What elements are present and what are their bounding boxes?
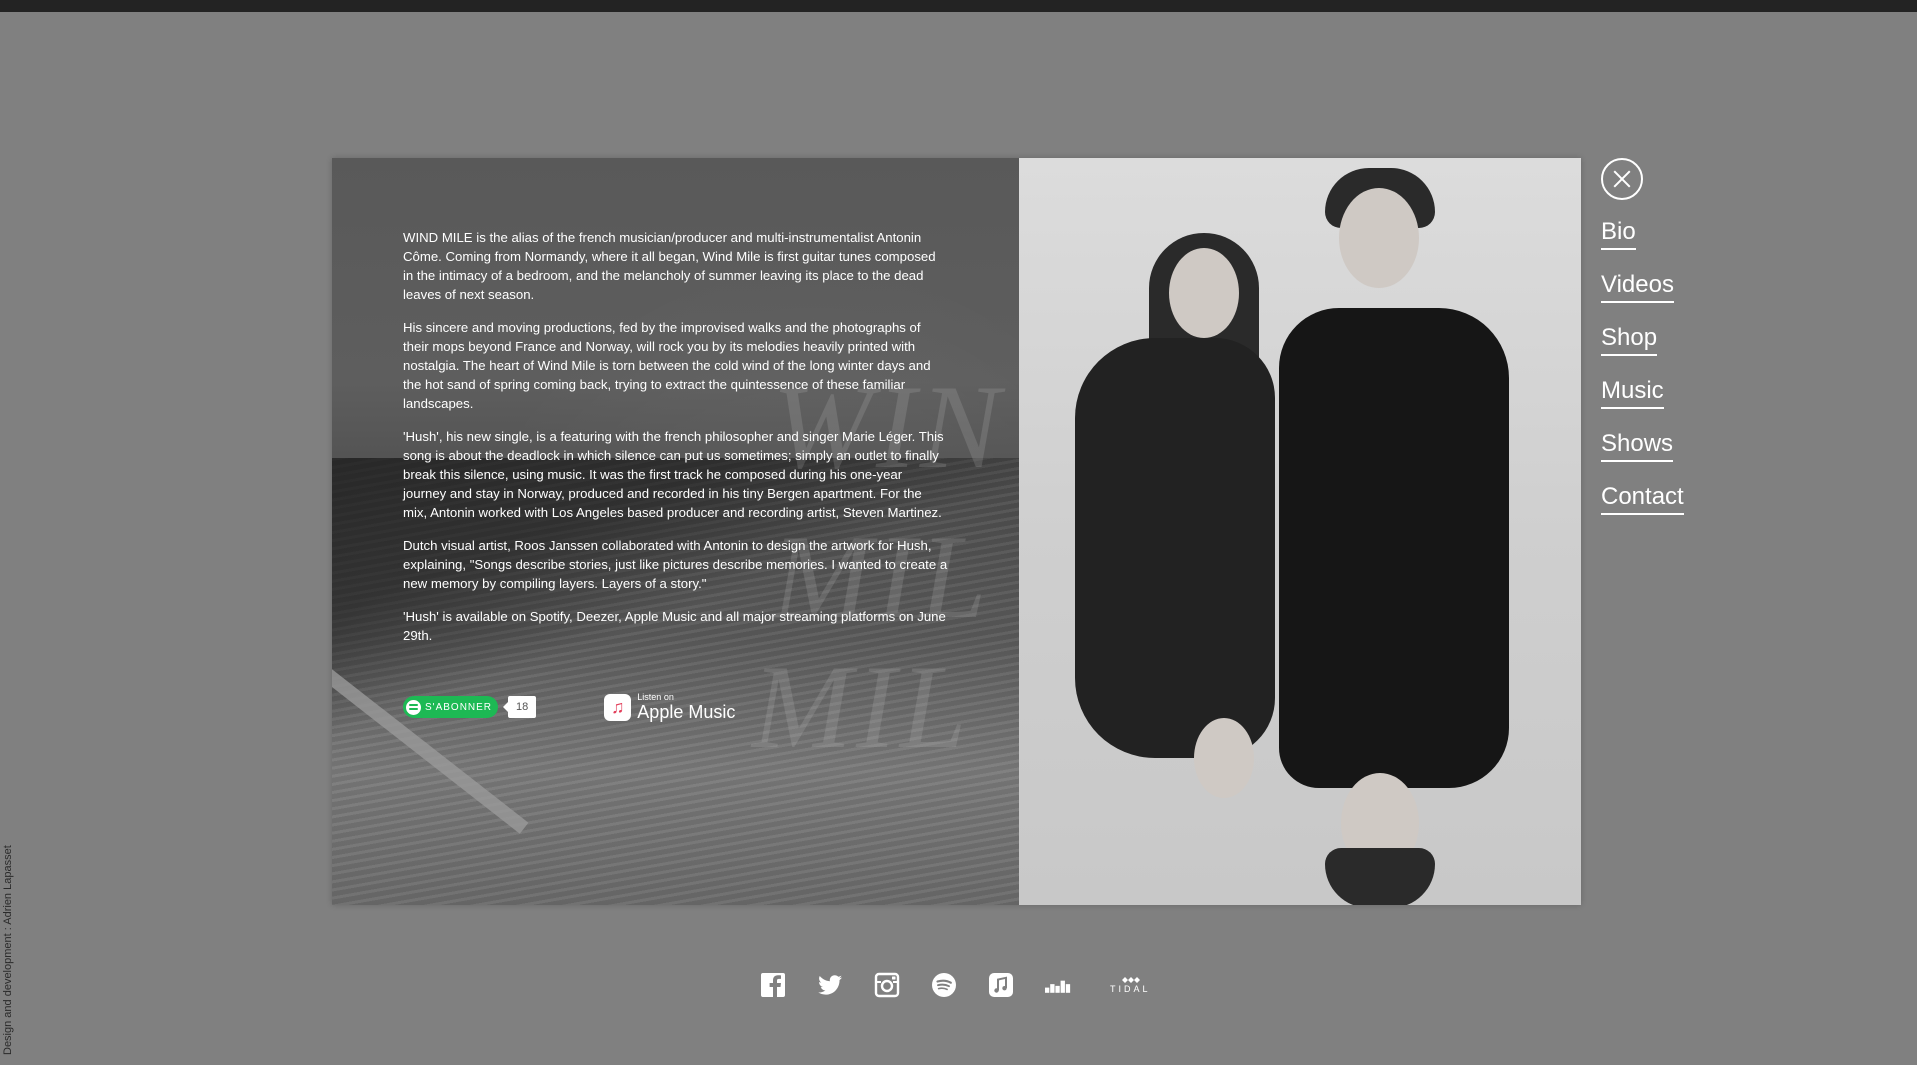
artist-photo bbox=[1019, 158, 1581, 905]
instagram-icon[interactable] bbox=[874, 972, 900, 998]
social-links: TIDAL bbox=[760, 972, 1151, 998]
top-bar bbox=[0, 0, 1917, 12]
nav-item-bio[interactable]: Bio bbox=[1601, 218, 1636, 250]
tidal-label: TIDAL bbox=[1110, 984, 1151, 994]
photo-face-left bbox=[1169, 248, 1239, 338]
bio-text: WIND MILE is the alias of the french mus… bbox=[403, 228, 948, 659]
bio-panel: WIN MIL MIL WIND MILE is the alias of th… bbox=[332, 158, 1019, 905]
photo-figure-right bbox=[1279, 308, 1509, 788]
bio-paragraph: 'Hush', his new single, is a featuring w… bbox=[403, 429, 944, 520]
facebook-icon[interactable] bbox=[760, 972, 786, 998]
spotify-follower-count: 18 bbox=[503, 696, 537, 718]
apple-music-icon[interactable] bbox=[988, 972, 1014, 998]
photo-face-left-mirrored bbox=[1194, 718, 1254, 798]
spotify-subscribe-label: S'ABONNER bbox=[425, 701, 493, 713]
photo-figure-left bbox=[1075, 338, 1275, 758]
side-navigation: Bio Videos Shop Music Shows Contact bbox=[1601, 158, 1721, 536]
bio-paragraph: 'Hush' is available on Spotify, Deezer, … bbox=[403, 609, 946, 643]
streaming-actions: S'ABONNER 18 ♫ Listen on Apple Music bbox=[403, 690, 735, 724]
photo-hair-right-mirrored bbox=[1325, 848, 1435, 905]
spotify-subscribe-button[interactable]: S'ABONNER bbox=[403, 696, 499, 718]
spotify-icon bbox=[406, 699, 421, 715]
tidal-icon[interactable]: TIDAL bbox=[1110, 976, 1151, 994]
nav-item-shop[interactable]: Shop bbox=[1601, 324, 1658, 356]
credit-text: Design and development : Adrien Lapasset bbox=[2, 845, 14, 1055]
photo-face-right bbox=[1339, 188, 1419, 288]
apple-music-label: Apple Music bbox=[637, 702, 736, 722]
nav-item-videos[interactable]: Videos bbox=[1601, 271, 1674, 303]
apple-music-small-label: Listen on bbox=[637, 692, 674, 702]
deezer-icon[interactable] bbox=[1045, 972, 1071, 998]
apple-music-button[interactable]: ♫ Listen on Apple Music bbox=[604, 693, 735, 721]
nav-item-shows[interactable]: Shows bbox=[1601, 430, 1674, 462]
bio-card: WIN MIL MIL WIND MILE is the alias of th… bbox=[332, 158, 1581, 905]
apple-music-icon: ♫ bbox=[604, 693, 632, 721]
bio-paragraph: His sincere and moving productions, fed … bbox=[403, 320, 931, 411]
bio-paragraph: WIND MILE is the alias of the french mus… bbox=[403, 230, 936, 302]
twitter-icon[interactable] bbox=[817, 972, 843, 998]
close-icon[interactable] bbox=[1601, 158, 1643, 200]
nav-item-music[interactable]: Music bbox=[1601, 377, 1664, 409]
nav-item-contact[interactable]: Contact bbox=[1601, 483, 1684, 515]
spotify-icon[interactable] bbox=[931, 972, 957, 998]
bio-paragraph: Dutch visual artist, Roos Janssen collab… bbox=[403, 538, 948, 591]
